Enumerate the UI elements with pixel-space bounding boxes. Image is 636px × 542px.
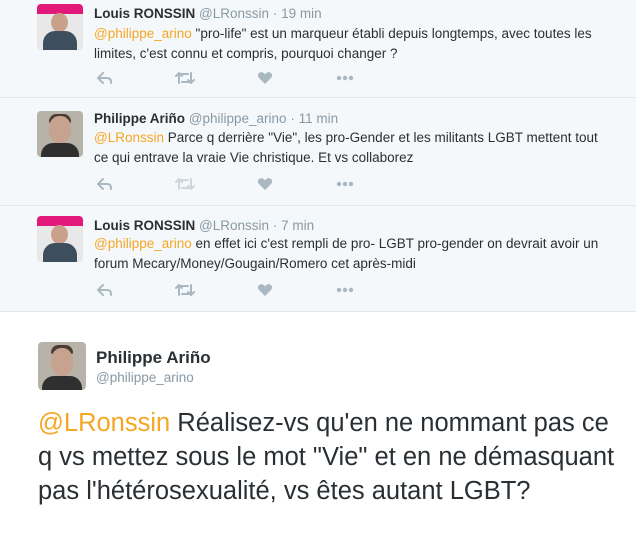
tweet-body: Parce q derrière "Vie", les pro-Gender e…	[94, 130, 598, 165]
reply-icon[interactable]	[94, 69, 116, 87]
separator: ·	[272, 218, 278, 233]
author-handle[interactable]: @philippe_arino	[96, 370, 194, 385]
more-icon[interactable]	[334, 69, 356, 87]
retweet-icon[interactable]	[174, 175, 196, 193]
retweet-icon[interactable]	[174, 281, 196, 299]
mention-link[interactable]: @philippe_arino	[94, 236, 192, 251]
author-name[interactable]: Philippe Ariño	[94, 111, 185, 126]
like-icon[interactable]	[254, 175, 276, 193]
author-handle[interactable]: @LRonssin	[199, 218, 269, 233]
mention-link[interactable]: @LRonssin	[94, 130, 164, 145]
author-handle[interactable]: @LRonssin	[199, 6, 269, 21]
like-icon[interactable]	[254, 281, 276, 299]
reply-icon[interactable]	[94, 281, 116, 299]
more-icon[interactable]	[334, 281, 356, 299]
timestamp[interactable]: 19 min	[281, 6, 322, 21]
separator: ·	[290, 111, 295, 126]
avatar[interactable]	[37, 4, 83, 50]
mention-link[interactable]: @LRonssin	[38, 409, 170, 437]
separator: ·	[272, 6, 278, 21]
author-name[interactable]: Philippe Ariño	[96, 348, 211, 368]
tweet-text: @philippe_arino "pro-life" est un marque…	[94, 24, 614, 64]
tweet-text: @LRonssin Parce q derrière "Vie", les pr…	[94, 128, 614, 168]
timestamp[interactable]: 7 min	[281, 218, 314, 233]
author-name[interactable]: Louis RONSSIN	[94, 6, 195, 21]
reply-tweet-1[interactable]: Louis RONSSIN @LRonssin · 19 min @philip…	[0, 0, 636, 98]
reply-icon[interactable]	[94, 175, 116, 193]
tweet-text: @LRonssin Réalisez-vs qu'en ne nommant p…	[38, 406, 618, 508]
avatar[interactable]	[37, 216, 83, 262]
avatar[interactable]	[38, 342, 86, 390]
avatar[interactable]	[37, 111, 83, 157]
reply-tweet-2[interactable]: Philippe Ariño @philippe_arino · 11 min …	[0, 98, 636, 206]
timestamp[interactable]: 11 min	[299, 111, 339, 126]
retweet-icon[interactable]	[174, 69, 196, 87]
author-name[interactable]: Louis RONSSIN	[94, 218, 195, 233]
tweet-text: @philippe_arino en effet ici c'est rempl…	[94, 234, 614, 274]
reply-tweet-3[interactable]: Louis RONSSIN @LRonssin · 7 min @philipp…	[0, 206, 636, 312]
more-icon[interactable]	[334, 175, 356, 193]
mention-link[interactable]: @philippe_arino	[94, 26, 192, 41]
like-icon[interactable]	[254, 69, 276, 87]
author-handle[interactable]: @philippe_arino	[189, 111, 287, 126]
